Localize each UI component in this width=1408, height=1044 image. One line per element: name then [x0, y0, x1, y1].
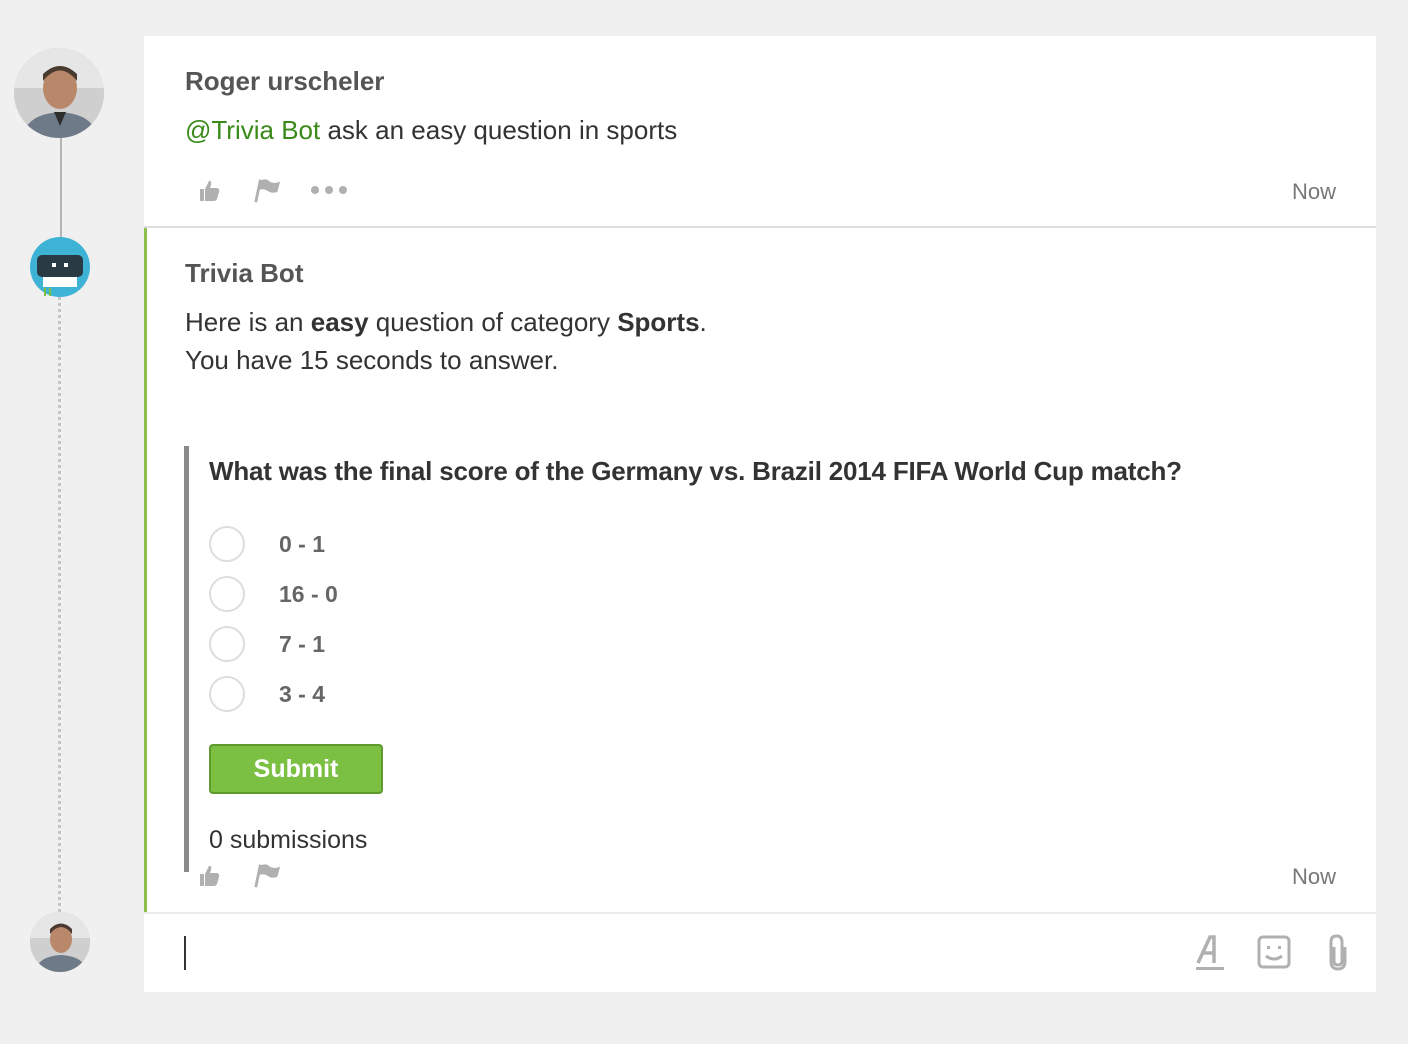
- bot-avatar[interactable]: [29, 237, 91, 299]
- timeline-dotted-line: [58, 292, 61, 912]
- robot-icon: [30, 237, 90, 297]
- text-fragment: .: [699, 307, 707, 337]
- text-fragment: Here is an: [185, 307, 311, 337]
- message-timestamp: Now: [1291, 179, 1336, 204]
- radio-button[interactable]: [209, 576, 245, 612]
- quiz-option[interactable]: 0 - 1: [209, 524, 325, 564]
- message-author: Trivia Bot: [185, 258, 304, 288]
- more-button[interactable]: [310, 175, 350, 205]
- flag-icon: [254, 864, 281, 888]
- quiz-option[interactable]: 7 - 1: [209, 624, 325, 664]
- option-label: 3 - 4: [279, 680, 326, 707]
- option-label: 7 - 1: [279, 630, 326, 657]
- attach-button[interactable]: [1318, 932, 1358, 972]
- radio-button[interactable]: [209, 676, 245, 712]
- message-body: ask an easy question in sports: [320, 115, 678, 145]
- quiz-option[interactable]: 16 - 0: [209, 574, 338, 614]
- mention-link[interactable]: @Trivia Bot: [185, 115, 320, 145]
- text-fragment: question of category: [368, 307, 618, 337]
- paperclip-icon: [1329, 934, 1347, 971]
- difficulty-label: easy: [310, 307, 369, 337]
- quiz-card: What was the final score of the Germany …: [184, 446, 1189, 872]
- radio-button[interactable]: [209, 526, 245, 562]
- message-line-1: Here is an easy question of category Spo…: [185, 303, 707, 341]
- message-composer[interactable]: [144, 912, 1376, 992]
- submit-button[interactable]: Submit: [209, 744, 383, 794]
- category-label: Sports: [617, 307, 700, 337]
- emoji-button[interactable]: [1254, 932, 1294, 972]
- timeline-line: [60, 130, 62, 242]
- message-user: Roger urscheler @Trivia Bot ask an easy …: [144, 36, 1376, 226]
- user-avatar-image: [14, 48, 104, 138]
- radio-button[interactable]: [209, 626, 245, 662]
- user-avatar[interactable]: [14, 48, 104, 138]
- text-cursor: [184, 936, 186, 970]
- conversation-card: Roger urscheler @Trivia Bot ask an easy …: [144, 36, 1376, 992]
- quiz-question: What was the final score of the Germany …: [209, 456, 1182, 486]
- message-text: @Trivia Bot ask an easy question in spor…: [185, 111, 677, 149]
- like-button[interactable]: [194, 175, 224, 205]
- option-label: 16 - 0: [279, 580, 338, 607]
- thumbs-up-icon: [200, 865, 220, 886]
- message-text: Here is an easy question of category Spo…: [185, 303, 707, 379]
- flag-button[interactable]: [252, 860, 282, 890]
- option-label: 0 - 1: [279, 530, 326, 557]
- submissions-count: 0 submissions: [209, 826, 368, 854]
- flag-button[interactable]: [252, 175, 282, 205]
- like-button[interactable]: [194, 860, 224, 890]
- current-user-avatar[interactable]: [30, 912, 90, 972]
- message-timestamp: Now: [1291, 864, 1336, 889]
- message-author: Roger urscheler: [185, 66, 385, 96]
- format-text-icon: [1196, 935, 1224, 970]
- composer-toolbar: [1166, 932, 1358, 972]
- more-icon: [311, 186, 347, 194]
- flag-icon: [254, 179, 281, 203]
- current-user-avatar-image: [30, 912, 90, 972]
- message-bot: Trivia Bot Here is an easy question of c…: [144, 228, 1376, 912]
- message-actions: [194, 175, 378, 205]
- quiz-option[interactable]: 3 - 4: [209, 674, 325, 714]
- message-actions: [194, 860, 310, 890]
- format-button[interactable]: [1190, 932, 1230, 972]
- message-line-2: You have 15 seconds to answer.: [185, 345, 559, 375]
- thumbs-up-icon: [200, 180, 220, 201]
- emoji-icon: [1257, 935, 1291, 969]
